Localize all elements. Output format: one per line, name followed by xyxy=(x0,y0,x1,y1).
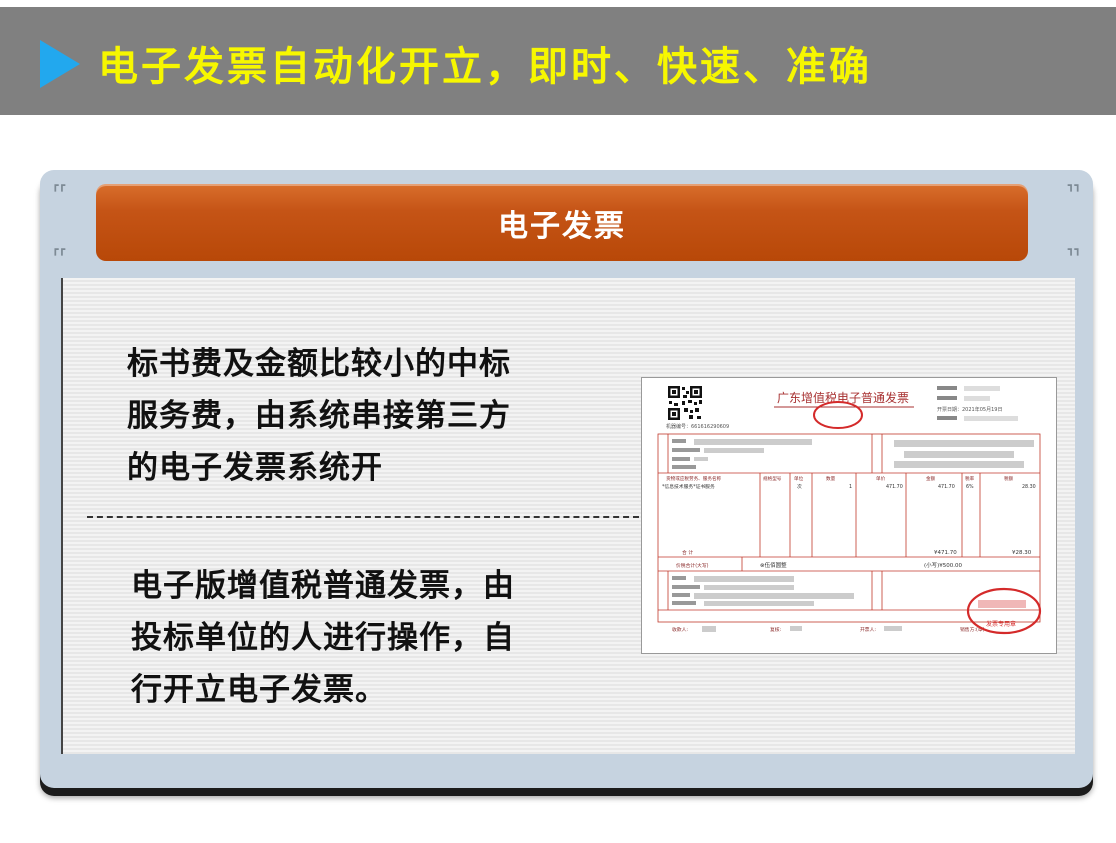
header-bar: 电子发票自动化开立，即时、快速、准确 xyxy=(0,7,1116,115)
col-rate: 税率 xyxy=(965,475,975,482)
invoice-image: 机器编号：661616290609 广东增值税电子普通发票 开票日期：2021年… xyxy=(641,377,1057,654)
play-triangle-icon xyxy=(40,40,80,88)
invoice-issue-date: 开票日期：2021年05月19日 xyxy=(937,406,1002,413)
item-amount: 471.70 xyxy=(938,484,955,490)
col-amount: 金额 xyxy=(926,475,936,482)
col-price: 单价 xyxy=(876,475,886,482)
section-banner: 电子发票 xyxy=(96,184,1028,261)
invoice-seal-top xyxy=(813,401,863,429)
item-tax: 28.30 xyxy=(1022,484,1036,490)
stamp-text: 发票专用章 xyxy=(986,620,1016,628)
total-small: (小写)¥500.00 xyxy=(924,561,963,569)
item-unit: 次 xyxy=(797,483,802,490)
invoice-drawing: 机器编号：661616290609 广东增值税电子普通发票 开票日期：2021年… xyxy=(657,386,1042,635)
description-text-2: 电子版增值税普通发票，由 投标单位的人进行操作，自 行开立电子发票。 xyxy=(131,560,515,716)
text-line: 服务费，由系统串接第三方 xyxy=(127,398,511,434)
corner-mark-icon: ┓┓ xyxy=(1067,243,1081,256)
text-line: 的电子发票系统开 xyxy=(127,450,383,486)
col-unit: 单位 xyxy=(794,475,804,482)
col-qty: 数量 xyxy=(826,475,836,482)
text-line: 标书费及金额比较小的中标 xyxy=(127,346,511,382)
text-line: 投标单位的人进行操作，自 xyxy=(131,620,515,656)
corner-mark-icon: ┏┏ xyxy=(52,243,66,256)
col-spec: 规格型号 xyxy=(763,475,782,482)
banner-label: 电子发票 xyxy=(498,208,626,244)
total-row-label: 合 计 xyxy=(682,549,693,556)
col-item-name: 货物或应税劳务、服务名称 xyxy=(666,475,722,482)
corner-mark-icon: ┏┏ xyxy=(52,179,66,192)
payee-label: 收款人: xyxy=(672,626,688,633)
reviewer-label: 复核: xyxy=(770,626,782,633)
total-words: ⊗伍佰圆整 xyxy=(760,561,787,569)
content-panel: 标书费及金额比较小的中标 服务费，由系统串接第三方 的电子发票系统开 电子版增值… xyxy=(61,278,1075,754)
dashed-divider xyxy=(87,516,639,518)
col-tax: 税额 xyxy=(1004,475,1014,482)
total-amount: ¥471.70 xyxy=(934,550,957,556)
invoice-machine-no: 机器编号：661616290609 xyxy=(666,423,729,430)
content-frame: ┏┏ ┏┏ ┓┓ ┓┓ 电子发票 标书费及金额比较小的中标 服务费，由系统串接第… xyxy=(40,170,1093,788)
drawer-label: 开票人: xyxy=(860,627,876,633)
corner-mark-icon: ┓┓ xyxy=(1067,179,1081,192)
page-title: 电子发票自动化开立，即时、快速、准确 xyxy=(98,44,872,90)
text-line: 电子版增值税普通发票，由 xyxy=(131,568,515,604)
total-tax: ¥28.30 xyxy=(1012,550,1032,556)
description-text-1: 标书费及金额比较小的中标 服务费，由系统串接第三方 的电子发票系统开 xyxy=(127,338,511,494)
item-rate: 6% xyxy=(966,484,974,490)
item-price: 471.70 xyxy=(886,484,903,490)
total-words-label: 价税合计(大写) xyxy=(676,562,709,569)
qr-code-icon xyxy=(668,386,702,420)
item-name: *信息技术服务*证书服务 xyxy=(662,483,715,490)
text-line: 行开立电子发票。 xyxy=(131,672,387,708)
item-qty: 1 xyxy=(849,484,852,490)
